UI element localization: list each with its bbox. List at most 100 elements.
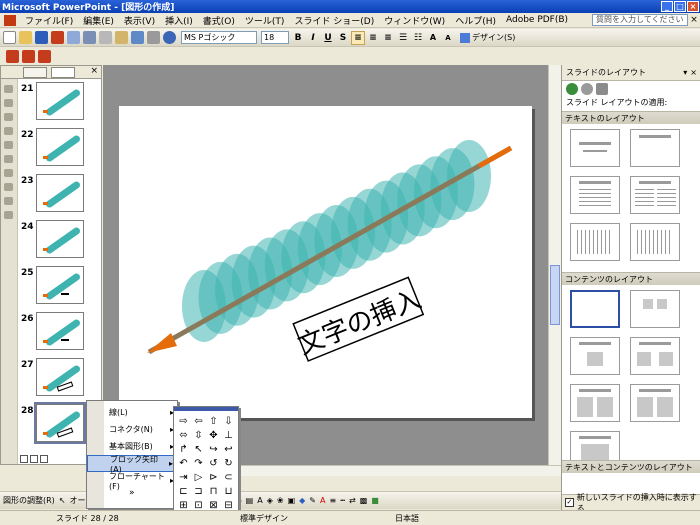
demote-icon[interactable] — [4, 99, 13, 107]
layout-two-content[interactable] — [630, 337, 680, 375]
picture-tool-icon[interactable]: ▣ — [288, 496, 296, 505]
select-pointer-icon[interactable]: ↖ — [59, 496, 66, 505]
block-arrow-shape-icon[interactable]: ↱ — [176, 443, 191, 457]
block-arrow-shape-icon[interactable]: ⊏ — [176, 485, 191, 499]
line-style-icon[interactable]: ≡ — [329, 496, 336, 505]
block-arrow-shape-icon[interactable]: ⊥ — [221, 429, 236, 443]
block-arrow-shape-icon[interactable]: ↶ — [176, 457, 191, 471]
menu-item-flowchart[interactable]: フローチャート(F) ▸ — [87, 472, 177, 491]
bullets-button[interactable]: ☰ — [396, 31, 410, 45]
menu-tools[interactable]: ツール(T) — [240, 14, 290, 27]
promote-icon[interactable] — [4, 85, 13, 93]
block-arrow-shape-icon[interactable]: ⊐ — [191, 485, 206, 499]
layout-content[interactable] — [630, 290, 680, 328]
block-arrow-shape-icon[interactable]: ▷ — [191, 471, 206, 485]
font-name-select[interactable]: MS Pゴシック — [181, 31, 257, 44]
textbox-tool-icon[interactable]: ▤ — [246, 496, 254, 505]
font-grow-button[interactable]: A — [426, 31, 440, 45]
help-search-input[interactable]: 質問を入力してください — [592, 14, 688, 26]
cut-icon[interactable] — [99, 31, 112, 44]
outline-tab[interactable] — [23, 67, 47, 78]
task-pane-menu-icon[interactable]: ▾ — [683, 68, 687, 77]
paste-icon[interactable] — [115, 31, 128, 44]
diagram-tool-icon[interactable]: ◈ — [267, 496, 273, 505]
menu-item-basic-shapes[interactable]: 基本図形(B) ▸ — [87, 438, 177, 455]
undo-icon[interactable] — [131, 31, 144, 44]
fill-color-icon[interactable]: ◆ — [299, 496, 305, 505]
open-icon[interactable] — [19, 31, 32, 44]
slides-tab[interactable] — [51, 67, 75, 78]
block-arrow-shape-icon[interactable]: ⇦ — [191, 415, 206, 429]
slide-thumbnail[interactable] — [36, 312, 84, 350]
thumbnail-row[interactable]: 21 — [19, 82, 101, 124]
task-pane-close-icon[interactable]: × — [690, 68, 697, 77]
pdf-review-icon[interactable] — [38, 49, 51, 63]
block-arrow-shape-icon[interactable]: ⇩ — [221, 415, 236, 429]
layout-content-2x2[interactable] — [570, 384, 620, 422]
save-icon[interactable] — [35, 31, 48, 44]
design-button[interactable]: デザイン(S) — [460, 32, 515, 43]
numbering-button[interactable]: ☷ — [411, 31, 425, 45]
block-arrow-shape-icon[interactable]: ⊳ — [206, 471, 221, 485]
close-button[interactable]: × — [687, 1, 699, 12]
block-arrow-shape-icon[interactable]: ⇥ — [176, 471, 191, 485]
line-color-icon[interactable]: ✎ — [309, 496, 316, 505]
forward-icon[interactable] — [581, 83, 593, 95]
shadow-button[interactable]: S — [336, 31, 350, 45]
block-arrow-shape-icon[interactable]: ⊂ — [221, 471, 236, 485]
slide-thumbnail[interactable] — [36, 358, 84, 396]
dash-style-icon[interactable]: ┅ — [340, 496, 345, 505]
shadow-style-icon[interactable]: ▩ — [360, 496, 368, 505]
spellcheck-icon[interactable] — [83, 31, 96, 44]
editor-vertical-scrollbar[interactable] — [548, 65, 561, 465]
menu-adobe-pdf[interactable]: Adobe PDF(B) — [501, 15, 573, 25]
expand-icon[interactable] — [4, 155, 13, 163]
font-color-icon[interactable]: A — [320, 496, 325, 505]
move-down-icon[interactable] — [4, 127, 13, 135]
block-arrow-shape-icon[interactable]: ⇳ — [191, 429, 206, 443]
minimize-button[interactable]: _ — [661, 1, 673, 12]
menu-item-connectors[interactable]: コネクタ(N) ▸ — [87, 421, 177, 438]
move-up-icon[interactable] — [4, 113, 13, 121]
font-shrink-button[interactable]: A — [441, 31, 455, 45]
wordart-tool-icon[interactable]: A — [257, 496, 262, 505]
menu-file[interactable]: ファイル(F) — [20, 14, 78, 27]
print-icon[interactable] — [67, 31, 80, 44]
align-center-button[interactable]: ≡ — [366, 31, 380, 45]
pdf-convert-icon[interactable] — [6, 49, 19, 63]
home-icon[interactable] — [596, 83, 608, 95]
pane-close-icon[interactable]: × — [90, 66, 98, 76]
thumbnail-row[interactable]: 24 — [19, 220, 101, 262]
show-on-insert-checkbox[interactable]: ✓ — [565, 498, 574, 507]
maximize-button[interactable]: □ — [674, 1, 686, 12]
scrollbar-thumb[interactable] — [550, 265, 560, 325]
italic-button[interactable]: I — [306, 31, 320, 45]
font-size-select[interactable]: 18 — [261, 31, 289, 44]
menu-view[interactable]: 表示(V) — [119, 14, 160, 27]
slide-thumbnail[interactable] — [36, 128, 84, 166]
app-icon[interactable] — [4, 14, 16, 26]
menu-edit[interactable]: 編集(E) — [78, 14, 119, 27]
pdf-mail-icon[interactable] — [22, 49, 35, 63]
menu-help[interactable]: ヘルプ(H) — [450, 14, 501, 27]
slideshow-view-icon[interactable] — [40, 454, 48, 463]
chart-icon[interactable] — [147, 31, 160, 44]
summary-slide-icon[interactable] — [4, 197, 13, 205]
menu-expand-chevron-icon[interactable]: » — [129, 488, 135, 498]
slide-thumbnail[interactable] — [36, 174, 84, 212]
close-doc-icon[interactable]: × — [688, 15, 700, 25]
slide-canvas[interactable]: 文字の挿入 — [119, 106, 532, 418]
block-arrow-shape-icon[interactable]: ↷ — [191, 457, 206, 471]
menu-insert[interactable]: 挿入(I) — [160, 14, 198, 27]
3d-style-icon[interactable]: ■ — [371, 496, 379, 505]
block-arrow-shape-icon[interactable]: ⊔ — [221, 485, 236, 499]
block-arrow-shape-icon[interactable]: ↪ — [206, 443, 221, 457]
adjust-shapes-button[interactable]: 図形の調整(R) — [3, 495, 55, 506]
layout-title[interactable] — [570, 129, 620, 167]
expand-all-icon[interactable] — [4, 183, 13, 191]
underline-button[interactable]: U — [321, 31, 335, 45]
block-arrow-shape-icon[interactable]: ↺ — [206, 457, 221, 471]
collapse-icon[interactable] — [4, 141, 13, 149]
thumbnail-row[interactable]: 23 — [19, 174, 101, 216]
ellipse-shape[interactable] — [447, 140, 491, 212]
